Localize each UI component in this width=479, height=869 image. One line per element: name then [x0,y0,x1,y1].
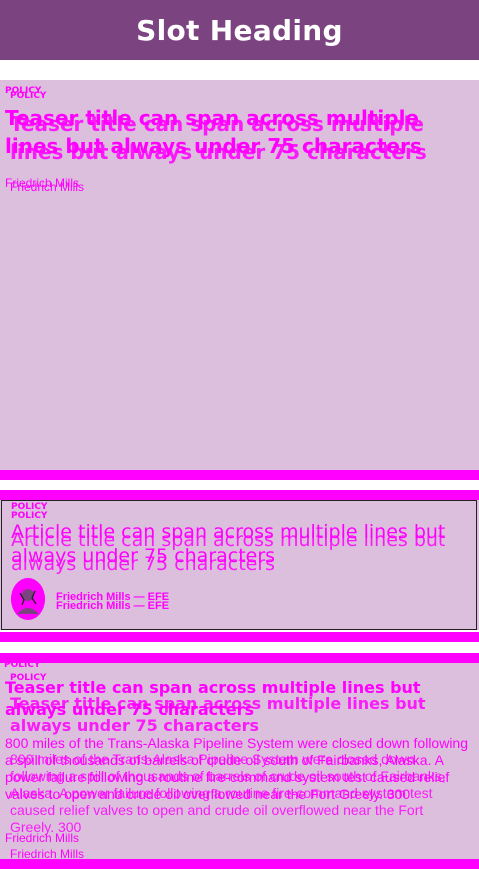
slot-heading: Slot Heading [0,0,479,60]
divider-bar [0,859,479,869]
teaser-author[interactable]: Friedrich Mills [5,831,79,845]
divider-bar [0,653,479,663]
teaser-kicker: POLICY [4,663,41,670]
teaser-card-bottom[interactable]: POLICY POLICY Teaser title can span acro… [0,663,479,859]
teaser-author-shadow: Friedrich Mills [10,847,85,859]
article-title-shadow: Article title can span across multiple l… [11,529,446,575]
divider-bar [0,490,479,500]
teaser-summary-shadow: 800 miles of the Trans-Alaska Pipeline S… [10,751,446,835]
author-avatar-icon[interactable] [11,578,45,620]
article-byline-shadow: Friedrich Mills — EFE [56,600,170,612]
teaser-card-top[interactable]: POLICY POLICY Teaser title can span acro… [0,80,479,470]
teaser-title-shadow: Teaser title can span across multiple li… [10,112,427,164]
divider-bar [0,632,479,642]
teaser-kicker-shadow: POLICY [10,91,47,101]
teaser-title-shadow: Teaser title can span across multiple li… [10,694,426,735]
teaser-author-shadow: Friedrich Mills [10,180,85,194]
article-card[interactable]: POLICY POLICY Article title can span acr… [0,500,479,630]
slot-heading-text: Slot Heading [136,13,343,47]
divider-bar [0,470,479,480]
